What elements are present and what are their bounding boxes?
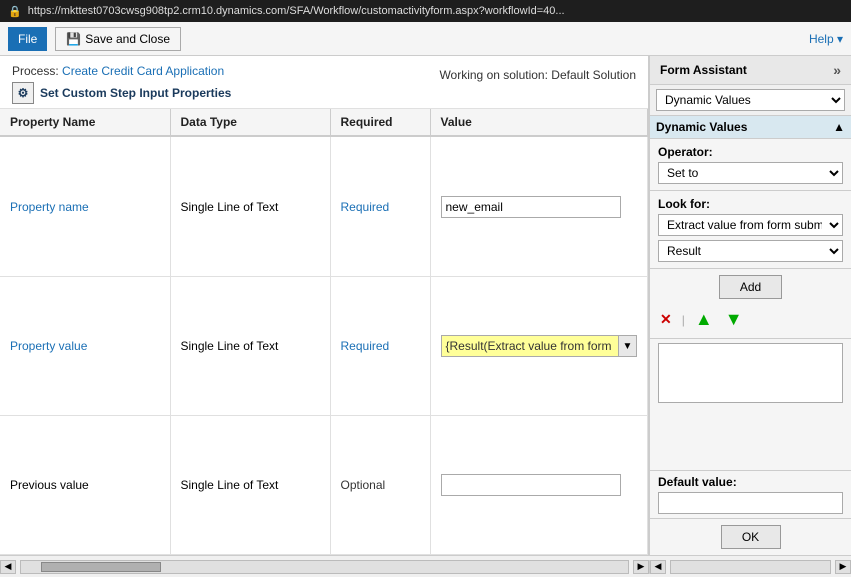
right-scrollbar: ◀ ▶: [649, 560, 851, 574]
dynamic-value-text: {Result(Extract value from form: [446, 339, 612, 353]
expand-icon[interactable]: »: [833, 62, 841, 78]
process-label-row: Process: Create Credit Card Application: [12, 64, 231, 78]
right-scroll-left-arrow[interactable]: ◀: [650, 560, 666, 574]
dynamic-value-field[interactable]: {Result(Extract value from form: [441, 335, 620, 357]
dynamic-values-select-wrap: Dynamic Values: [650, 85, 851, 116]
col-required: Required: [330, 109, 430, 136]
col-property-name: Property Name: [0, 109, 170, 136]
value-input-1[interactable]: [441, 196, 621, 218]
col-data-type: Data Type: [170, 109, 330, 136]
dynamic-field-dropdown-btn[interactable]: ▼: [619, 335, 637, 357]
scrollbar-track[interactable]: [20, 560, 629, 574]
dynamic-values-section: Dynamic Values ▲: [650, 116, 851, 139]
default-value-section: Default value:: [650, 470, 851, 518]
left-panel: Process: Create Credit Card Application …: [0, 56, 649, 555]
operator-section: Operator: Set to: [650, 139, 851, 191]
lookfor-select[interactable]: Extract value from form submission: [658, 214, 843, 236]
right-scroll-right-arrow[interactable]: ▶: [835, 560, 851, 574]
property-name-2: Property value: [10, 339, 87, 353]
add-button[interactable]: Add: [719, 275, 782, 299]
values-textarea-wrap: [650, 339, 851, 470]
dynamic-values-label: Dynamic Values: [656, 120, 747, 134]
required-2: Required: [341, 339, 390, 353]
working-solution: Working on solution: Default Solution: [439, 68, 636, 82]
scroll-left-arrow[interactable]: ◀: [0, 560, 16, 574]
process-header: Process: Create Credit Card Application …: [0, 56, 648, 109]
required-3: Optional: [341, 478, 386, 492]
process-prefix: Process:: [12, 64, 59, 78]
collapse-icon[interactable]: ▲: [833, 120, 845, 134]
data-type-2: Single Line of Text: [181, 339, 279, 353]
left-scrollbar: ◀ ▶: [0, 560, 649, 574]
gear-icon: ⚙: [12, 82, 34, 104]
default-value-input[interactable]: [658, 492, 843, 514]
bottom-scroll-area: ◀ ▶ ◀ ▶: [0, 555, 851, 577]
property-name-3: Previous value: [10, 478, 89, 492]
toolbar: File 💾 Save and Close Help ▾: [0, 22, 851, 56]
form-assistant-header: Form Assistant »: [650, 56, 851, 85]
right-scrollbar-track[interactable]: [670, 560, 831, 574]
lookfor-label: Look for:: [658, 197, 843, 211]
page-title-row: ⚙ Set Custom Step Input Properties: [12, 82, 231, 104]
actions-row: ✕ | ▲ ▼: [650, 305, 851, 339]
form-assistant-panel: Form Assistant » Dynamic Values Dynamic …: [649, 56, 851, 555]
help-button[interactable]: Help ▾: [809, 32, 843, 46]
separator: |: [682, 313, 685, 327]
scroll-right-arrow[interactable]: ▶: [633, 560, 649, 574]
save-close-label: Save and Close: [85, 32, 170, 46]
data-type-3: Single Line of Text: [181, 478, 279, 492]
lock-icon: 🔒: [8, 5, 22, 18]
title-bar: 🔒 https://mkttest0703cwsg908tp2.crm10.dy…: [0, 0, 851, 22]
add-button-wrap: Add: [650, 269, 851, 305]
property-name-1: Property name: [10, 200, 89, 214]
result-select[interactable]: Result: [658, 240, 843, 262]
form-assistant-title: Form Assistant: [660, 63, 747, 77]
properties-table: Property Name Data Type Required Value P…: [0, 109, 648, 555]
table-row: Property name Single Line of Text Requir…: [0, 136, 648, 277]
default-value-label: Default value:: [658, 475, 843, 489]
process-link[interactable]: Create Credit Card Application: [62, 64, 224, 78]
lookfor-section: Look for: Extract value from form submis…: [650, 191, 851, 269]
save-close-button[interactable]: 💾 Save and Close: [55, 27, 181, 51]
save-icon: 💾: [66, 32, 81, 46]
data-type-1: Single Line of Text: [181, 200, 279, 214]
operator-label: Operator:: [658, 145, 843, 159]
page-title: Set Custom Step Input Properties: [40, 86, 231, 100]
delete-icon-button[interactable]: ✕: [658, 309, 674, 330]
ok-button[interactable]: OK: [721, 525, 781, 549]
value-input-3[interactable]: [441, 474, 621, 496]
operator-select[interactable]: Set to: [658, 162, 843, 184]
table-row: Property value Single Line of Text Requi…: [0, 277, 648, 416]
col-value: Value: [430, 109, 648, 136]
dynamic-values-select[interactable]: Dynamic Values: [656, 89, 845, 111]
required-1: Required: [341, 200, 390, 214]
ok-button-wrap: OK: [650, 518, 851, 555]
move-down-button[interactable]: ▼: [723, 307, 745, 332]
scrollbar-thumb[interactable]: [41, 562, 161, 572]
url-bar[interactable]: https://mkttest0703cwsg908tp2.crm10.dyna…: [28, 5, 843, 17]
values-textarea[interactable]: [658, 343, 843, 403]
move-up-button[interactable]: ▲: [693, 307, 715, 332]
dynamic-value-wrapper: {Result(Extract value from form ▼: [441, 335, 638, 357]
file-button[interactable]: File: [8, 27, 47, 51]
table-row: Previous value Single Line of Text Optio…: [0, 416, 648, 555]
